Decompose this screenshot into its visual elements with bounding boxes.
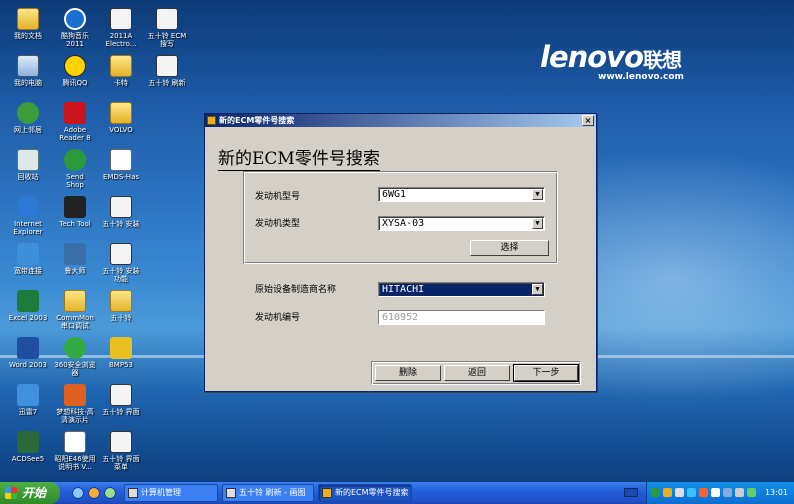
app-icon — [207, 116, 216, 125]
engine-type-label: 发动机类型 — [255, 219, 301, 229]
desktop-icon[interactable]: 五十铃 ECM 搜写 — [139, 8, 195, 54]
engine-model-select[interactable]: 6WG1 ▼ — [378, 187, 545, 202]
word-icon — [17, 337, 39, 359]
logo-cn: 联想 — [643, 48, 682, 72]
dialog-titlebar[interactable]: 新的ECM零件号搜索 × — [205, 114, 596, 127]
tray-icon[interactable] — [711, 488, 720, 497]
desktop-icon[interactable]: VOLVO — [93, 102, 149, 148]
desktop-icon[interactable]: 五十铃 刷新 — [139, 55, 195, 101]
music-icon — [64, 8, 86, 30]
clock: 13:01 — [764, 488, 788, 497]
tool-icon — [64, 196, 86, 218]
dialog-heading: 新的ECM零件号搜索 — [218, 144, 380, 171]
chevron-down-icon[interactable]: ▼ — [532, 189, 543, 200]
pdf-icon — [64, 102, 86, 124]
folder-icon — [64, 290, 86, 312]
ecm-icon — [110, 431, 132, 453]
delete-button[interactable]: 删除 — [375, 365, 441, 381]
qq-icon — [64, 55, 86, 77]
folder-icon — [110, 290, 132, 312]
bmp-icon — [110, 337, 132, 359]
desktop-icon[interactable]: 五十铃 界面 — [93, 384, 149, 430]
desktop-icon[interactable]: 五十铃 — [93, 290, 149, 336]
logo-brand: lenovo — [540, 40, 644, 74]
ecm-search-dialog: 新的ECM零件号搜索 × 新的ECM零件号搜索 发动机型号 6WG1 ▼ 发动机… — [204, 113, 597, 392]
ecm-icon — [156, 55, 178, 77]
volume-icon[interactable] — [735, 488, 744, 497]
ecm-icon — [110, 384, 132, 406]
system-tray: 13:01 — [646, 482, 794, 504]
tray-icon[interactable] — [723, 488, 732, 497]
engine-type-select[interactable]: XYSA-03 ▼ — [378, 216, 545, 231]
document-icon — [64, 431, 86, 453]
tray-icon[interactable] — [663, 488, 672, 497]
send-icon — [64, 149, 86, 171]
broadband-icon — [17, 243, 39, 265]
task-computer-management[interactable]: 计算机管理 — [124, 484, 218, 502]
taskbar: 开始 计算机管理 五十铃 刷新 - 画图 新的ECM零件号搜索 13:01 — [0, 482, 794, 504]
lenovo-logo: lenovo联想 www.lenovo.com — [540, 40, 684, 82]
desktop-icon[interactable]: BMP53 — [93, 337, 149, 383]
chevron-down-icon[interactable]: ▼ — [532, 284, 543, 295]
ludashi-icon — [64, 243, 86, 265]
task-ecm-search[interactable]: 新的ECM零件号搜索 — [318, 484, 412, 502]
chevron-down-icon[interactable]: ▼ — [532, 218, 543, 229]
xunlei-icon — [17, 384, 39, 406]
oem-label: 原始设备制造商名称 — [255, 285, 337, 295]
desktop-show-icon[interactable] — [104, 487, 116, 499]
tray-icon[interactable] — [699, 488, 708, 497]
folder-icon — [110, 55, 132, 77]
desktop-icon[interactable]: 五十铃 安装 — [93, 196, 149, 242]
oem-select[interactable]: HITACHI ▼ — [378, 282, 545, 297]
logo-url: www.lenovo.com — [598, 72, 684, 82]
desktop: lenovo联想 www.lenovo.com 我的文档 我的电脑 网上邻居 回… — [0, 0, 794, 482]
network-icon — [17, 102, 39, 124]
desktop-icon[interactable]: 五十铃 安装 功能 — [93, 243, 149, 289]
acdsee-icon — [17, 431, 39, 453]
browser-360-icon — [64, 337, 86, 359]
ie-icon — [17, 196, 39, 218]
paint-icon — [226, 488, 236, 498]
language-icon[interactable] — [624, 488, 638, 497]
ecm-icon — [156, 8, 178, 30]
browser-icon[interactable] — [72, 487, 84, 499]
engine-number-field: 610952 — [378, 310, 545, 325]
start-label: 开始 — [22, 486, 47, 500]
document-icon — [110, 149, 132, 171]
folder-icon — [110, 102, 132, 124]
media-icon[interactable] — [88, 487, 100, 499]
task-paint[interactable]: 五十铃 刷新 - 画图 — [222, 484, 314, 502]
ecm-icon — [110, 8, 132, 30]
tray-icon[interactable] — [687, 488, 696, 497]
video-icon — [64, 384, 86, 406]
dialog-title: 新的ECM零件号搜索 — [219, 116, 295, 125]
computer-icon — [128, 488, 138, 498]
back-button[interactable]: 返回 — [444, 365, 510, 381]
engine-model-label: 发动机型号 — [255, 192, 301, 202]
ecm-icon — [110, 243, 132, 265]
engine-number-label: 发动机编号 — [255, 313, 301, 323]
computer-icon — [17, 55, 39, 77]
close-button[interactable]: × — [582, 115, 594, 126]
app-icon — [322, 488, 332, 498]
tray-icon[interactable] — [651, 488, 660, 497]
desktop-icon[interactable]: 五十铃 界面 菜单 — [93, 431, 149, 477]
folder-icon — [17, 8, 39, 30]
desktop-icon[interactable]: EMDS-Has — [93, 149, 149, 195]
select-button[interactable]: 选择 — [470, 240, 549, 256]
ecm-icon — [110, 196, 132, 218]
next-button[interactable]: 下一步 — [513, 364, 579, 382]
network-icon[interactable] — [747, 488, 756, 497]
excel-icon — [17, 290, 39, 312]
windows-logo-icon — [5, 487, 17, 499]
recycle-bin-icon — [17, 149, 39, 171]
start-button[interactable]: 开始 — [0, 482, 60, 504]
tray-icon[interactable] — [675, 488, 684, 497]
